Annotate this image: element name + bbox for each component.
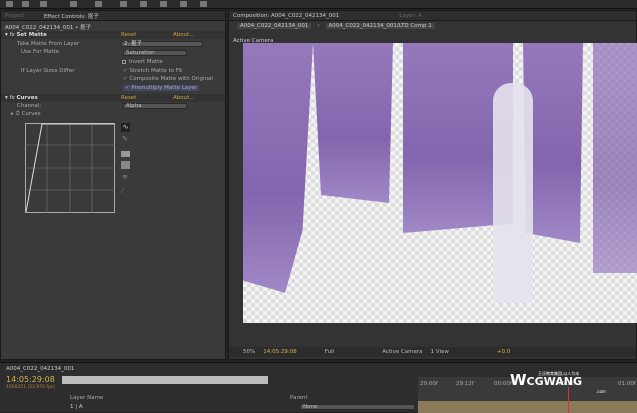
channel-label: Channel: xyxy=(17,103,42,109)
text-tool-icon[interactable] xyxy=(160,1,167,7)
curtain xyxy=(313,43,393,203)
tab-composition[interactable]: Composition: A004_C022_042134_001 xyxy=(233,13,339,19)
open-icon[interactable] xyxy=(121,151,130,157)
zoom-dropdown[interactable]: 50% xyxy=(243,349,255,355)
use-for-matte-dropdown[interactable]: Saturation xyxy=(123,50,187,56)
hand-tool-icon[interactable] xyxy=(22,1,29,7)
effect-controls-panel: Project Effect Controls: 抠子 A004_C022_04… xyxy=(0,10,226,360)
curves-about[interactable]: About... xyxy=(173,95,195,101)
curves-graph[interactable] xyxy=(25,123,115,213)
premultiply-checkbox[interactable]: ✓ Premultiply Matte Layer xyxy=(123,85,200,91)
stretch-matte-checkbox[interactable]: ✓ Stretch Matte to Fit xyxy=(123,68,182,74)
curves-property: ▸ ⏱ Curves xyxy=(11,111,41,117)
playhead[interactable] xyxy=(568,387,569,413)
current-timecode[interactable]: 14:05:29:08 xyxy=(6,375,55,384)
invert-matte-label: Invert Matte xyxy=(129,59,163,65)
composite-matte-checkbox[interactable]: ✓ Composite Matte with Original xyxy=(123,76,213,82)
curves-header[interactable]: ▾ fx Curves xyxy=(5,95,38,101)
layer-bar[interactable] xyxy=(418,401,637,413)
invert-matte-checkbox[interactable] xyxy=(122,60,126,64)
reset-curve-icon[interactable]: ⁄ xyxy=(122,187,123,195)
if-sizes-differ-label: If Layer Sizes Differ xyxy=(21,68,75,74)
camera-dropdown[interactable]: Active Camera xyxy=(382,349,422,355)
cgwang-watermark: WCGWANG 王氏教育集团,以人为本 .com xyxy=(510,371,606,394)
selection-tool-icon[interactable] xyxy=(6,1,13,7)
layer-row[interactable]: 1 | A xyxy=(70,404,83,410)
composition-viewer-image[interactable] xyxy=(243,43,637,323)
person-figure xyxy=(493,83,533,303)
breadcrumb-comp[interactable]: A004_C022_042134_001 xyxy=(237,23,312,29)
mask-tool-icon[interactable] xyxy=(120,1,127,7)
exposure-value[interactable]: +0.0 xyxy=(497,349,510,355)
use-for-matte-label: Use For Matte xyxy=(21,49,60,55)
tab-effect-controls[interactable]: Effect Controls: 抠子 xyxy=(44,12,99,20)
pencil-tool-icon[interactable]: ✎ xyxy=(122,135,128,143)
set-matte-reset[interactable]: Reset xyxy=(121,32,136,38)
ruler-tick: 29:12f xyxy=(456,381,474,387)
parent-dropdown[interactable]: None xyxy=(300,404,415,410)
save-icon[interactable] xyxy=(121,161,130,169)
set-matte-about[interactable]: About... xyxy=(173,32,195,38)
fps-label: 1000251 (23.976 fps) xyxy=(6,385,55,390)
timeline-panel: A004_C022_042134_001 14:05:29:08 1000251… xyxy=(0,362,637,413)
take-matte-dropdown[interactable]: 2. 抠子 xyxy=(121,41,203,47)
puppet-tool-icon[interactable] xyxy=(200,1,207,7)
ruler-tick: 29:00f xyxy=(420,381,438,387)
ruler-tick: 01:00f xyxy=(618,381,636,387)
layer-path: A004_C022_042134_001 • 抠子 xyxy=(5,25,92,31)
parent-header: Parent xyxy=(290,395,308,401)
zoom-tool-icon[interactable] xyxy=(40,1,47,7)
channel-dropdown[interactable]: Alpha xyxy=(123,103,187,109)
tab-layer[interactable]: Layer: A xyxy=(399,13,422,19)
pen-tool-icon[interactable] xyxy=(140,1,147,7)
take-matte-label: Take Matte From Layer xyxy=(17,41,80,47)
timecode-display[interactable]: 14:05:29:08 xyxy=(263,349,297,355)
curtain xyxy=(593,43,637,273)
tab-timeline[interactable]: A004_C022_042134_001 xyxy=(6,366,74,372)
curve-tool-icon[interactable]: ∿ xyxy=(121,123,130,132)
curves-reset[interactable]: Reset xyxy=(121,95,136,101)
resolution-dropdown[interactable]: Full xyxy=(325,349,334,355)
curtain xyxy=(243,43,313,293)
layer-search-input[interactable] xyxy=(62,376,268,384)
set-matte-header[interactable]: ▾ fx Set Matte xyxy=(5,32,47,38)
smooth-icon[interactable]: ≋ xyxy=(122,173,128,181)
layer-name-header: Layer Name xyxy=(70,395,104,401)
toolbar xyxy=(0,0,637,9)
views-dropdown[interactable]: 1 View xyxy=(431,349,449,355)
breadcrumb-subcomp[interactable]: A004_C022_042134_001/LTD Comp 1 xyxy=(325,23,435,29)
breadcrumb-separator: › xyxy=(317,23,320,29)
tab-project[interactable]: Project xyxy=(5,13,24,19)
brush-tool-icon[interactable] xyxy=(180,1,187,7)
camera-tool-icon[interactable] xyxy=(70,1,77,7)
pan-tool-icon[interactable] xyxy=(95,1,102,7)
